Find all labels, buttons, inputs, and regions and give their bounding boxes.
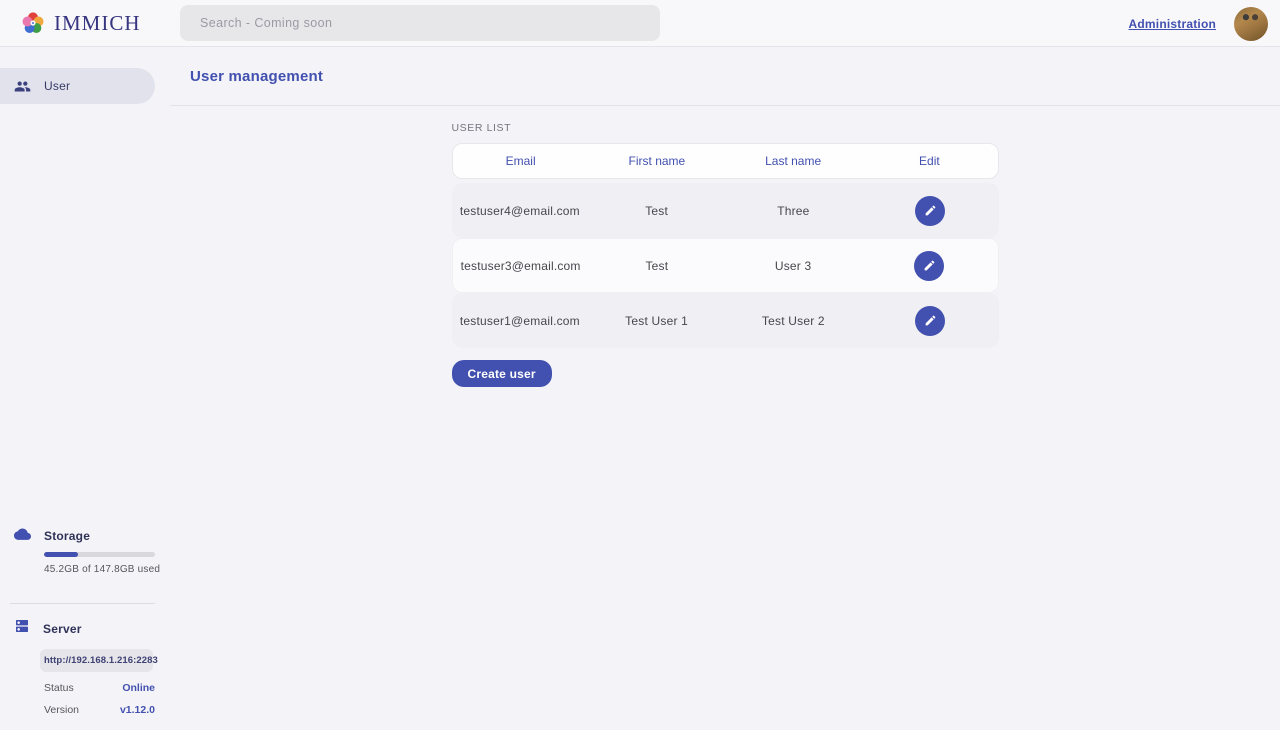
- main-header: User management: [170, 47, 1280, 106]
- user-avatar[interactable]: [1234, 7, 1268, 41]
- topbar-actions: Administration: [1129, 0, 1268, 47]
- table-row: testuser3@email.com Test User 3: [452, 238, 999, 293]
- cell-first-name: Test User 1: [588, 314, 725, 328]
- server-panel: Server http://192.168.1.216:2283 Status …: [0, 618, 170, 730]
- create-user-button[interactable]: Create user: [452, 360, 552, 387]
- server-url: http://192.168.1.216:2283: [40, 649, 153, 672]
- server-title: Server: [43, 622, 82, 636]
- table-row: testuser1@email.com Test User 1 Test Use…: [452, 293, 999, 348]
- sidebar-item-label: User: [44, 79, 70, 93]
- pencil-icon: [923, 259, 936, 272]
- table-header: Email First name Last name Edit: [452, 143, 999, 179]
- user-list-section: USER LIST Email First name Last name Edi…: [452, 122, 999, 387]
- main-content: User management USER LIST Email First na…: [170, 47, 1280, 730]
- pencil-icon: [924, 314, 937, 327]
- users-icon: [14, 78, 31, 95]
- storage-progress-bar: [44, 552, 155, 557]
- edit-user-button[interactable]: [914, 251, 944, 281]
- cell-last-name: Test User 2: [725, 314, 862, 328]
- storage-progress-fill: [44, 552, 78, 557]
- cell-first-name: Test: [588, 204, 725, 218]
- edit-user-button[interactable]: [915, 196, 945, 226]
- status-label: Status: [44, 682, 74, 694]
- app-name: IMMICH: [54, 11, 141, 36]
- sidebar-item-user[interactable]: User: [0, 68, 155, 104]
- storage-title: Storage: [44, 529, 90, 543]
- column-header-email: Email: [453, 154, 589, 168]
- cell-first-name: Test: [589, 259, 725, 273]
- edit-user-button[interactable]: [915, 306, 945, 336]
- app-brand[interactable]: IMMICH: [0, 10, 180, 36]
- user-table: testuser4@email.com Test Three testuser3…: [452, 183, 999, 348]
- column-header-edit: Edit: [861, 154, 997, 168]
- cell-email: testuser1@email.com: [452, 314, 589, 328]
- column-header-last-name: Last name: [725, 154, 861, 168]
- cell-last-name: Three: [725, 204, 862, 218]
- section-label: USER LIST: [452, 122, 999, 134]
- version-label: Version: [44, 704, 79, 716]
- storage-usage-text: 45.2GB of 147.8GB used: [44, 564, 170, 575]
- top-bar: IMMICH Administration: [0, 0, 1280, 47]
- cloud-icon: [14, 527, 31, 545]
- sidebar-divider: [10, 603, 155, 604]
- search-input[interactable]: [180, 5, 660, 41]
- server-status-row: Status Online: [44, 682, 155, 694]
- cell-email: testuser4@email.com: [452, 204, 589, 218]
- server-icon: [14, 618, 30, 639]
- table-row: testuser4@email.com Test Three: [452, 183, 999, 238]
- server-version-row: Version v1.12.0: [44, 704, 155, 716]
- status-value: Online: [122, 682, 155, 694]
- immich-logo-icon: [20, 10, 46, 36]
- storage-panel: Storage 45.2GB of 147.8GB used: [0, 527, 170, 589]
- pencil-icon: [924, 204, 937, 217]
- cell-last-name: User 3: [725, 259, 861, 273]
- sidebar: User Storage 45.2GB of 147.8GB used: [0, 47, 170, 730]
- administration-link[interactable]: Administration: [1129, 17, 1216, 31]
- version-value: v1.12.0: [120, 704, 155, 716]
- cell-email: testuser3@email.com: [453, 259, 589, 273]
- column-header-first-name: First name: [589, 154, 725, 168]
- page-title: User management: [190, 68, 323, 85]
